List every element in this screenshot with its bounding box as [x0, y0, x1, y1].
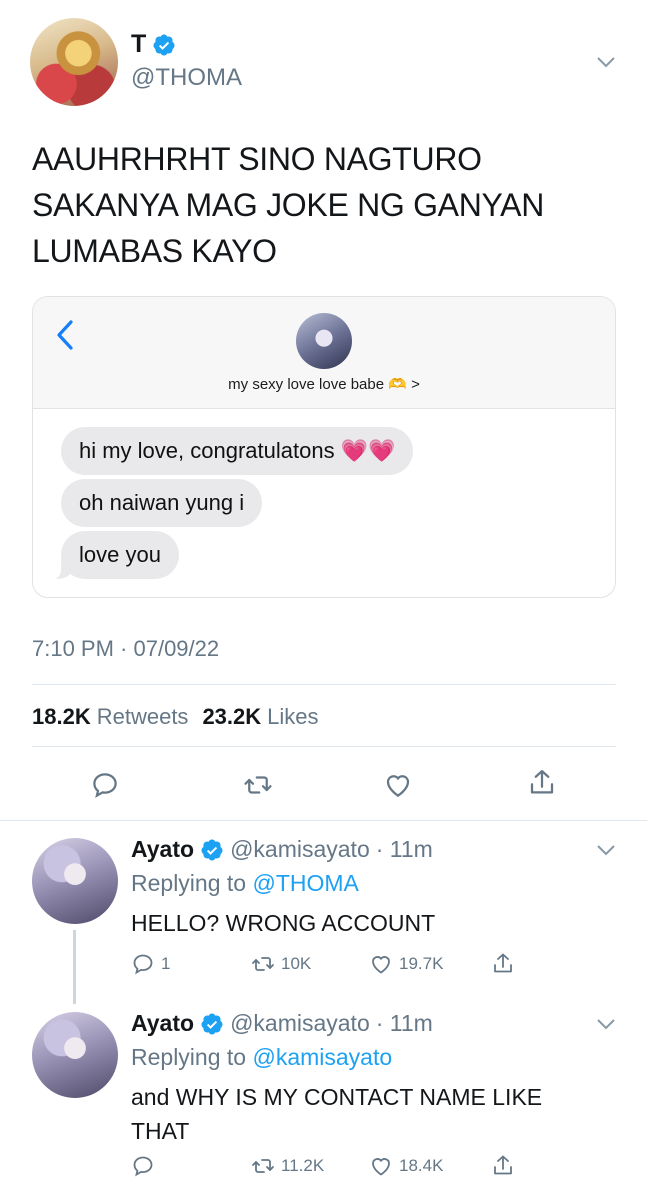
- verified-badge-icon: [153, 34, 175, 55]
- retweet-icon: [252, 1159, 274, 1173]
- share-button[interactable]: [491, 952, 515, 976]
- reply-author-name[interactable]: Ayato: [131, 836, 194, 863]
- replying-to-prefix: Replying to: [131, 870, 247, 896]
- contact-avatar: [296, 313, 352, 369]
- retweet-icon: [252, 957, 274, 971]
- chevron-down-icon[interactable]: [596, 56, 616, 68]
- reply-icon: [133, 1156, 153, 1177]
- like-count: 19.7K: [399, 954, 444, 973]
- verified-badge-icon: [201, 839, 223, 860]
- likes-count: 23.2K: [202, 704, 262, 729]
- author-name-row[interactable]: T: [131, 30, 176, 59]
- retweets-label: Retweets: [96, 704, 189, 729]
- message-bubble: love you: [49, 531, 179, 580]
- divider: [32, 746, 616, 747]
- share-icon[interactable]: [527, 768, 557, 798]
- reply-time: · 11m: [375, 836, 433, 862]
- replying-to-prefix: Replying to: [131, 1044, 247, 1070]
- reply-author-handle[interactable]: @kamisayato: [230, 1010, 370, 1037]
- reply-action-bar: 11.2K 18.4K: [131, 1154, 621, 1184]
- retweet-button[interactable]: 10K: [251, 952, 311, 976]
- reply-action-bar: 1 10K 19.7K: [131, 952, 621, 982]
- chevron-down-icon[interactable]: [596, 1018, 616, 1030]
- reply-header: Ayato @kamisayato · 11m: [131, 1010, 433, 1037]
- thread-connector: [73, 930, 76, 1004]
- message-bubble: oh naiwan yung i: [61, 479, 263, 527]
- reply-text: and WHY IS MY CONTACT NAME LIKE THAT: [131, 1084, 543, 1144]
- author-avatar[interactable]: [30, 18, 118, 106]
- like-button[interactable]: 18.4K: [369, 1154, 443, 1178]
- reply-time: · 11m: [375, 1010, 433, 1036]
- tweet-media-card[interactable]: my sexy love love babe 🫶 > hi my love, c…: [32, 296, 616, 598]
- reply-avatar[interactable]: [32, 838, 118, 924]
- reply-avatar[interactable]: [32, 1012, 118, 1098]
- divider: [0, 820, 647, 821]
- author-name[interactable]: T: [131, 30, 146, 59]
- reply-text: HELLO? WRONG ACCOUNT: [131, 910, 436, 936]
- tweet-action-bar: [0, 766, 647, 802]
- share-icon: [494, 953, 512, 973]
- replying-to-link[interactable]: @THOMA: [252, 870, 358, 896]
- reply-icon: [133, 954, 153, 975]
- verified-badge-icon: [201, 1013, 223, 1034]
- like-heart-icon[interactable]: [383, 770, 413, 800]
- contact-name: my sexy love love babe 🫶 >: [228, 376, 420, 393]
- divider: [32, 684, 616, 685]
- back-chevron-icon: [57, 320, 73, 350]
- likes-stat[interactable]: 23.2K Likes: [202, 704, 318, 730]
- retweet-count: 11.2K: [281, 1156, 325, 1175]
- share-icon: [494, 1155, 512, 1175]
- reply-icon[interactable]: [90, 770, 120, 800]
- message-bubble: hi my love, congratulatons 💗💗: [61, 427, 414, 475]
- reply-count: 1: [161, 954, 171, 973]
- chevron-down-icon[interactable]: [596, 844, 616, 856]
- retweet-count: 10K: [281, 954, 312, 973]
- tweet-stats: 18.2K Retweets 23.2K Likes: [32, 704, 319, 730]
- tweet-timestamp[interactable]: 7:10 PM · 07/09/22: [32, 636, 219, 662]
- share-button[interactable]: [491, 1154, 515, 1178]
- like-count: 18.4K: [399, 1156, 444, 1175]
- like-heart-icon: [372, 1158, 390, 1176]
- retweets-stat[interactable]: 18.2K Retweets: [32, 704, 188, 730]
- reply-header: Ayato @kamisayato · 11m: [131, 836, 433, 863]
- messages-header: my sexy love love babe 🫶 >: [33, 297, 615, 409]
- author-handle[interactable]: @THOMA: [131, 64, 242, 92]
- reply-author-handle[interactable]: @kamisayato: [230, 836, 370, 863]
- like-button[interactable]: 19.7K: [369, 952, 443, 976]
- retweets-count: 18.2K: [32, 704, 91, 729]
- likes-label: Likes: [267, 704, 319, 729]
- tweet-text: AAUHRHRHT SINO NAGTURO SAKANYA MAG JOKE …: [32, 141, 545, 269]
- replying-to: Replying to @THOMA: [131, 870, 359, 897]
- replying-to-link[interactable]: @kamisayato: [252, 1044, 392, 1070]
- reply-button[interactable]: 1: [131, 952, 170, 976]
- replying-to: Replying to @kamisayato: [131, 1044, 392, 1071]
- retweet-button[interactable]: 11.2K: [251, 1154, 324, 1178]
- like-heart-icon: [372, 956, 390, 974]
- reply-author-name[interactable]: Ayato: [131, 1010, 194, 1037]
- retweet-icon[interactable]: [243, 770, 273, 800]
- reply-button[interactable]: [131, 1154, 161, 1178]
